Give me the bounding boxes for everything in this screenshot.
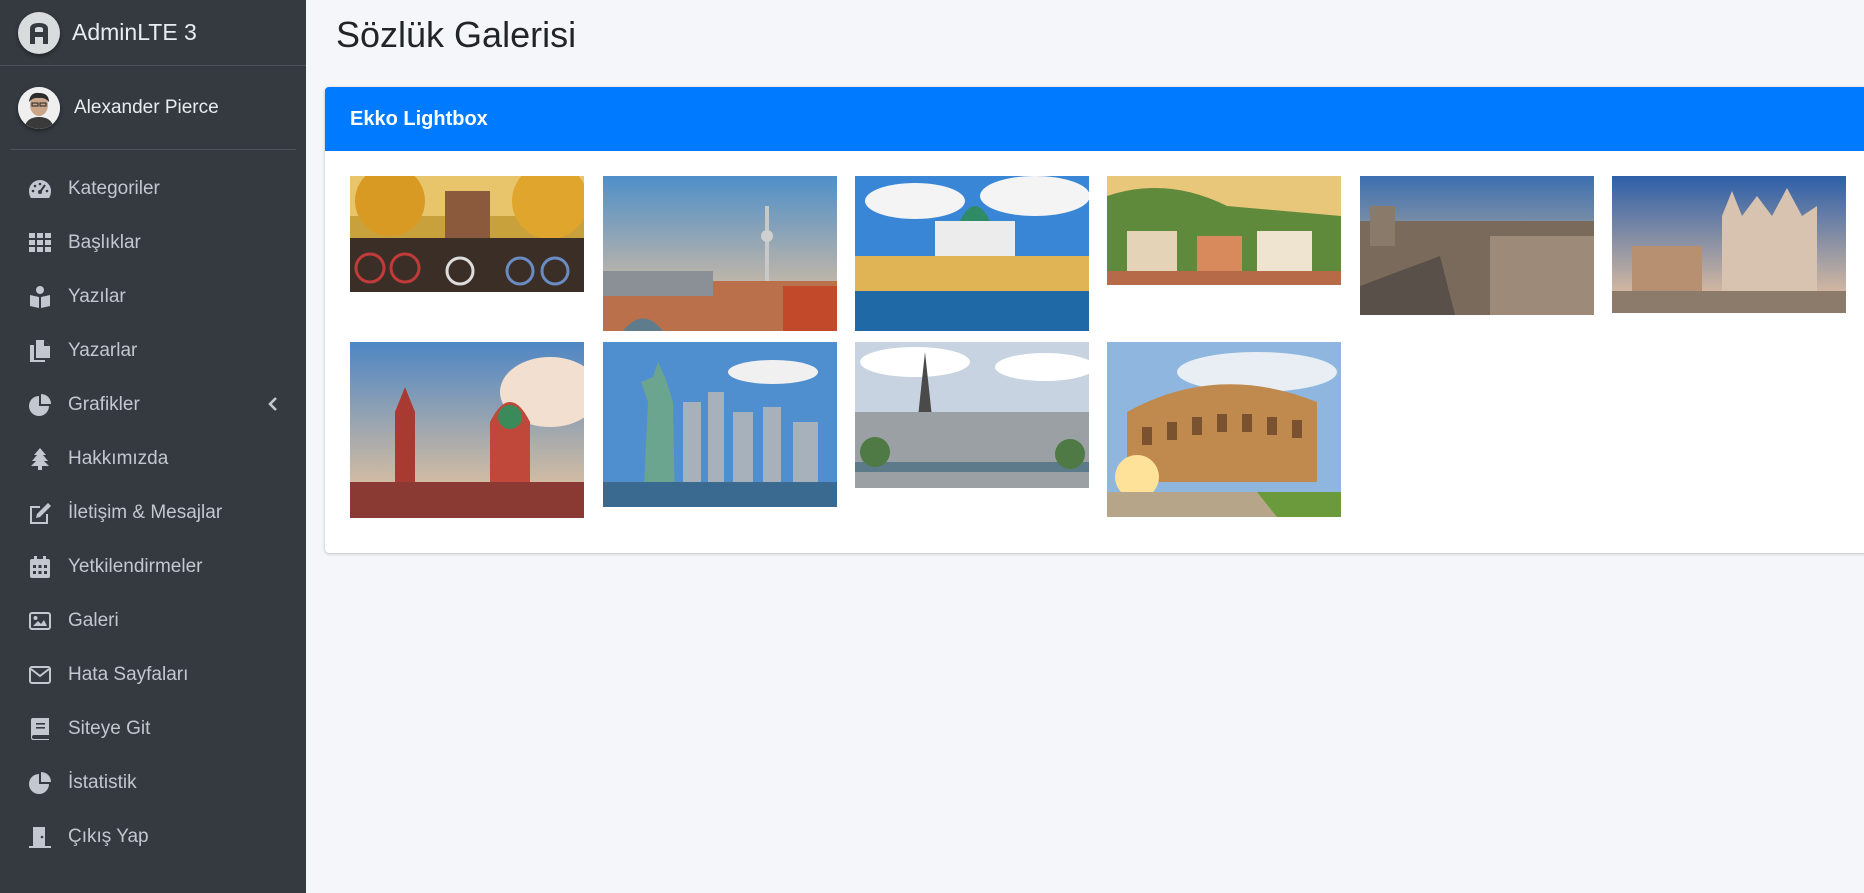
card-title: Ekko Lightbox	[350, 107, 488, 130]
gallery-thumbnail-lisbon[interactable]	[1107, 176, 1341, 285]
sidebar-item-yazilar[interactable]: Yazılar	[0, 270, 306, 324]
pie-chart-icon	[28, 393, 52, 417]
sidebar-item-yetkilendirmeler[interactable]: Yetkilendirmeler	[0, 540, 306, 594]
gallery-card: Ekko Lightbox	[325, 87, 1864, 553]
gallery-thumbnail-milan[interactable]	[1612, 176, 1846, 313]
book-icon	[28, 717, 52, 741]
gallery-thumbnail-helsinki[interactable]	[855, 176, 1089, 331]
sidebar-item-label: Grafikler	[68, 394, 140, 415]
sidebar-item-label: Başlıklar	[68, 232, 141, 253]
pie-chart-icon	[28, 771, 52, 795]
gallery-thumbnail-moscow[interactable]	[350, 342, 584, 518]
sidebar-item-cikis-yap[interactable]: Çıkış Yap	[0, 810, 306, 864]
envelope-icon	[28, 663, 52, 687]
door-icon	[28, 825, 52, 849]
sidebar-item-label: Hakkımızda	[68, 448, 169, 469]
sidebar-item-label: Yazarlar	[68, 340, 138, 361]
sidebar-item-hata-sayfalari[interactable]: Hata Sayfaları	[0, 648, 306, 702]
gallery-thumbnail-new-york[interactable]	[603, 342, 837, 507]
sidebar-item-galeri[interactable]: Galeri	[0, 594, 306, 648]
sidebar-item-siteye-git[interactable]: Siteye Git	[0, 702, 306, 756]
sidebar-item-label: Yazılar	[68, 286, 126, 307]
gallery-thumbnail-paris[interactable]	[855, 342, 1089, 488]
brand-link[interactable]: AdminLTE 3	[0, 0, 306, 66]
calendar-icon	[28, 555, 52, 579]
card-header: Ekko Lightbox	[325, 87, 1864, 151]
sidebar-item-basliklar[interactable]: Başlıklar	[0, 216, 306, 270]
sidebar-item-yazarlar[interactable]: Yazarlar	[0, 324, 306, 378]
gallery-thumbnail-amsterdam[interactable]	[350, 176, 584, 292]
page-title: Sözlük Galerisi	[336, 14, 577, 55]
user-name: Alexander Pierce	[74, 96, 219, 118]
sidebar-item-kategoriler[interactable]: Kategoriler	[0, 162, 306, 216]
brand-logo-icon	[18, 11, 60, 54]
sidebar: AdminLTE 3 Alexander Pierce Kategoriler	[0, 0, 306, 893]
gallery-thumbnail-madrid[interactable]	[1360, 176, 1594, 315]
gallery-thumbnail-berlin[interactable]	[603, 176, 837, 331]
brand-text: AdminLTE 3	[72, 19, 197, 45]
tree-icon	[28, 447, 52, 471]
chevron-left-icon	[268, 396, 278, 417]
sidebar-item-label: İstatistik	[68, 772, 137, 793]
edit-icon	[28, 501, 52, 525]
avatar	[18, 86, 60, 129]
sidebar-nav: Kategoriler Başlıklar Yazılar Yazarlar G…	[0, 162, 306, 864]
sidebar-item-iletisim[interactable]: İletişim & Mesajlar	[0, 486, 306, 540]
user-panel[interactable]: Alexander Pierce	[10, 66, 296, 150]
image-icon	[28, 609, 52, 633]
sidebar-item-label: Galeri	[68, 610, 119, 631]
sidebar-item-label: İletişim & Mesajlar	[68, 502, 223, 523]
sidebar-item-label: Siteye Git	[68, 718, 151, 739]
grid-icon	[28, 231, 52, 255]
sidebar-item-label: Yetkilendirmeler	[68, 556, 203, 577]
sidebar-item-hakkimizda[interactable]: Hakkımızda	[0, 432, 306, 486]
sidebar-item-label: Çıkış Yap	[68, 826, 149, 847]
copy-icon	[28, 339, 52, 363]
sidebar-item-grafikler[interactable]: Grafikler	[0, 378, 306, 432]
sidebar-item-label: Hata Sayfaları	[68, 664, 189, 685]
book-reader-icon	[28, 285, 52, 309]
sidebar-item-label: Kategoriler	[68, 178, 160, 199]
sidebar-item-istatistik[interactable]: İstatistik	[0, 756, 306, 810]
gallery-thumbnail-rome[interactable]	[1107, 342, 1341, 517]
tachometer-icon	[28, 177, 52, 201]
